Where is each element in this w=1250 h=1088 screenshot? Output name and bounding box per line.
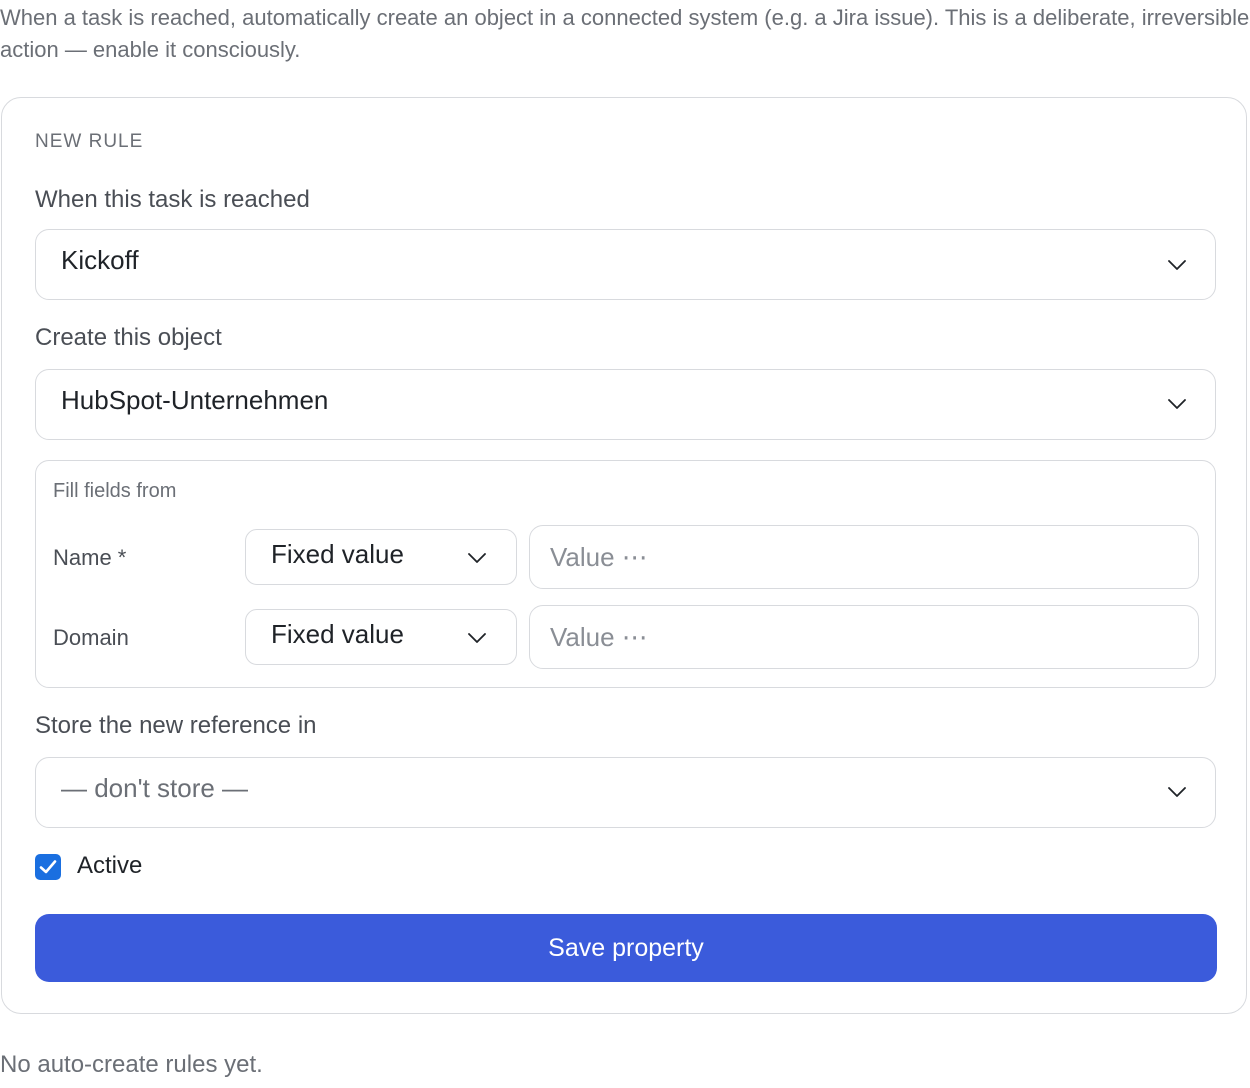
store-select-value: — don't store — bbox=[61, 773, 249, 803]
task-select[interactable]: Kickoff bbox=[35, 229, 1216, 300]
new-rule-card: NEW RULE When this task is reached Kicko… bbox=[1, 97, 1247, 1014]
active-label[interactable]: Active bbox=[77, 852, 142, 880]
fill-fields-title: Fill fields from bbox=[53, 480, 177, 502]
chevron-down-icon bbox=[468, 553, 486, 563]
field-value-input[interactable] bbox=[529, 525, 1199, 589]
task-select-value: Kickoff bbox=[61, 245, 139, 275]
object-field-label: Create this object bbox=[35, 324, 222, 351]
save-property-button[interactable]: Save property bbox=[35, 914, 1217, 982]
field-row-label: Domain bbox=[53, 625, 129, 650]
section-label: NEW RULE bbox=[35, 131, 144, 152]
chevron-down-icon bbox=[1168, 260, 1186, 270]
source-select-value: Fixed value bbox=[271, 539, 404, 569]
field-value-input[interactable] bbox=[529, 605, 1199, 669]
fill-fields-panel: Fill fields from Name * Fixed value Doma… bbox=[35, 460, 1216, 688]
store-select[interactable]: — don't store — bbox=[35, 757, 1216, 828]
chevron-down-icon bbox=[468, 633, 486, 643]
source-select[interactable]: Fixed value bbox=[245, 609, 517, 665]
chevron-down-icon bbox=[1168, 399, 1186, 409]
source-select[interactable]: Fixed value bbox=[245, 529, 517, 585]
object-select-value: HubSpot-Unternehmen bbox=[61, 385, 329, 415]
field-row-label: Name * bbox=[53, 545, 127, 570]
empty-state-text: No auto-create rules yet. bbox=[0, 1051, 263, 1078]
intro-description: When a task is reached, automatically cr… bbox=[0, 5, 1250, 62]
chevron-down-icon bbox=[1168, 787, 1186, 797]
active-checkbox[interactable] bbox=[35, 854, 61, 880]
check-icon bbox=[39, 860, 57, 874]
task-field-label: When this task is reached bbox=[35, 186, 310, 213]
object-select[interactable]: HubSpot-Unternehmen bbox=[35, 369, 1216, 440]
source-select-value: Fixed value bbox=[271, 619, 404, 649]
store-field-label: Store the new reference in bbox=[35, 712, 317, 739]
